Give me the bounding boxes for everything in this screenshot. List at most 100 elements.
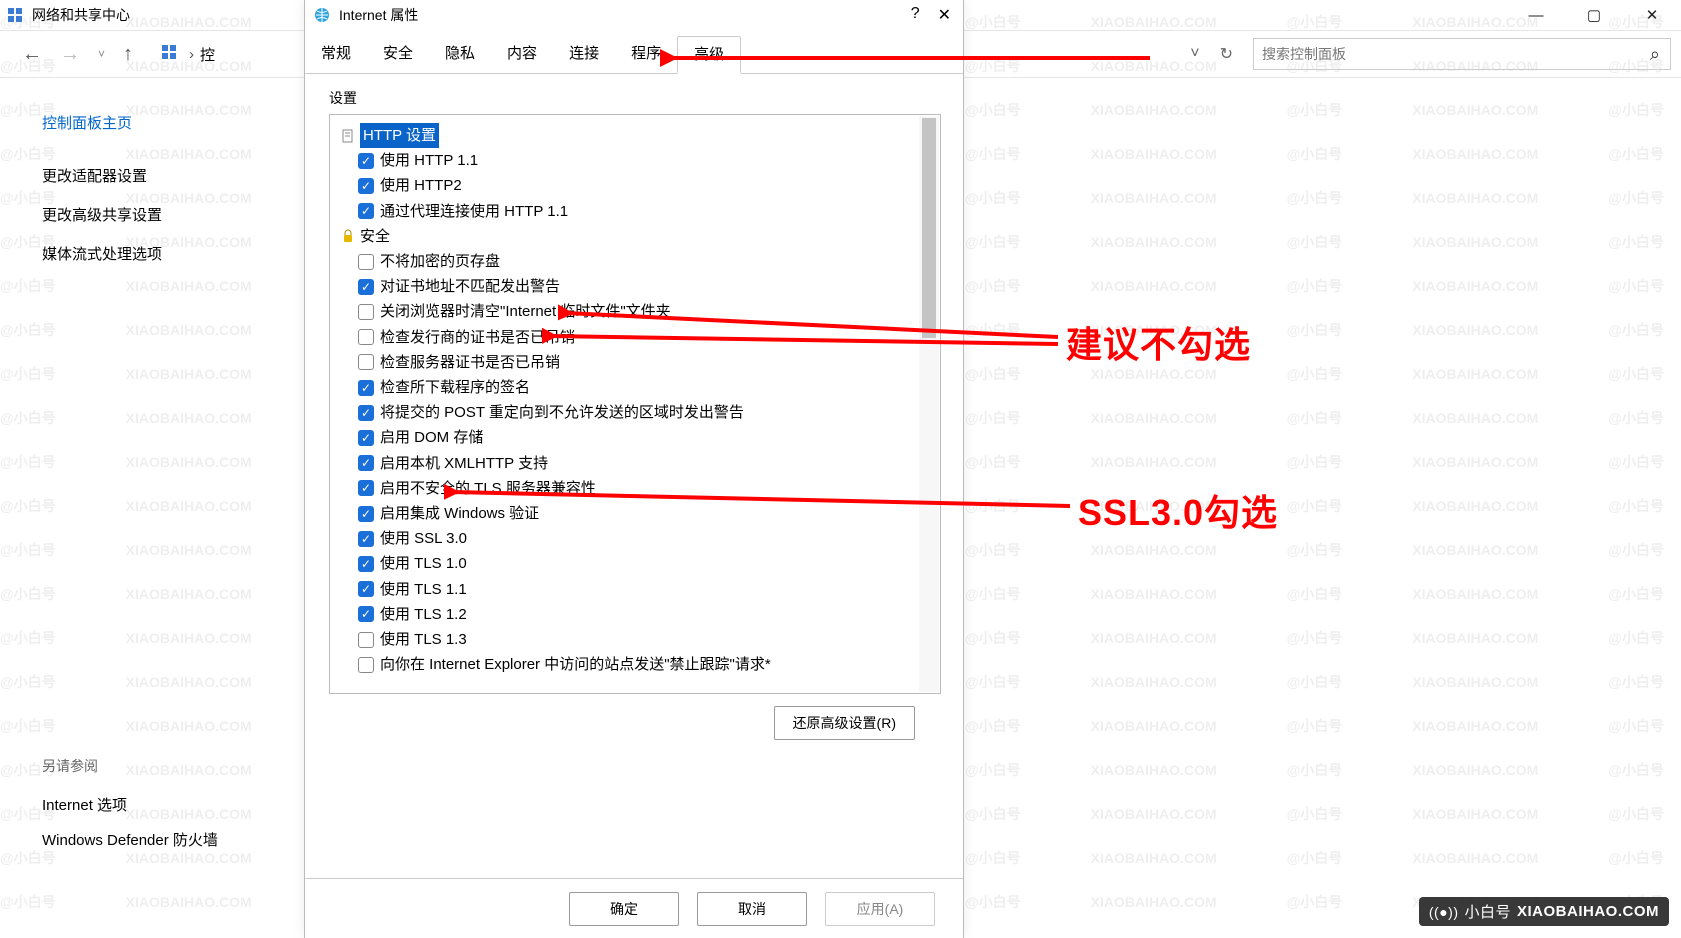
setting-label: 通过代理连接使用 HTTP 1.1 xyxy=(380,199,568,224)
setting-label: 检查服务器证书是否已吊销 xyxy=(380,350,560,375)
dialog-titlebar: Internet 属性 ? ✕ xyxy=(305,0,963,30)
see-also-header: 另请参阅 xyxy=(42,756,250,776)
annotation-uncheck-label: 建议不勾选 xyxy=(1066,316,1251,368)
checkbox[interactable]: ✓ xyxy=(358,455,374,471)
checkbox[interactable]: ✓ xyxy=(358,178,374,194)
tab-security[interactable]: 安全 xyxy=(367,36,429,73)
breadcrumb-segment[interactable]: 控 xyxy=(200,44,215,65)
setting-item[interactable]: ✓ 将提交的 POST 重定向到不允许发送的区域时发出警告 xyxy=(336,400,934,425)
internet-icon xyxy=(313,6,331,24)
setting-label: 对证书地址不匹配发出警告 xyxy=(380,274,560,299)
setting-label: 使用 HTTP 1.1 xyxy=(380,148,478,173)
setting-item[interactable]: ✓ 使用 TLS 1.2 xyxy=(336,602,934,627)
group-header[interactable]: 安全 xyxy=(336,224,934,249)
checkbox[interactable]: ✓ xyxy=(358,581,374,597)
setting-item[interactable]: ✓ 使用 HTTP2 xyxy=(336,173,934,198)
see-also-defender[interactable]: Windows Defender 防火墙 xyxy=(42,829,250,850)
breadcrumb[interactable]: › 控 xyxy=(161,44,215,65)
corner-wm-domain: XIAOBAIHAO.COM xyxy=(1517,903,1659,920)
checkbox[interactable] xyxy=(358,354,374,370)
refresh-icon[interactable]: ↻ xyxy=(1220,44,1233,64)
corner-wm-label: 小白号 xyxy=(1464,901,1511,922)
dialog-close-button[interactable]: ✕ xyxy=(938,5,951,25)
search-input[interactable]: 搜索控制面板 ⌕ xyxy=(1253,38,1671,70)
checkbox[interactable]: ✓ xyxy=(358,380,374,396)
history-dropdown[interactable]: ˅ xyxy=(98,47,105,61)
setting-label: 使用 SSL 3.0 xyxy=(380,526,467,551)
sidebar-link-sharing[interactable]: 更改高级共享设置 xyxy=(42,204,250,225)
close-button[interactable]: ✕ xyxy=(1623,0,1681,30)
tab-connections[interactable]: 连接 xyxy=(553,36,615,73)
help-button[interactable]: ? xyxy=(911,5,920,25)
annotation-arrow-ssl xyxy=(444,484,1070,514)
setting-item[interactable]: ✓ 对证书地址不匹配发出警告 xyxy=(336,274,934,299)
see-also-internet-options[interactable]: Internet 选项 xyxy=(42,794,250,815)
settings-list[interactable]: HTTP 设置 ✓ 使用 HTTP 1.1 ✓ 使用 HTTP2 ✓ 通过代理连接使用 HT… xyxy=(330,115,940,693)
search-icon[interactable]: ⌕ xyxy=(1650,44,1660,65)
restore-defaults-button[interactable]: 还原高级设置(R) xyxy=(774,706,915,740)
corner-watermark: ((●)) 小白号 XIAOBAIHAO.COM xyxy=(1419,897,1669,926)
checkbox[interactable]: ✓ xyxy=(358,405,374,421)
checkbox[interactable]: ✓ xyxy=(358,556,374,572)
group-header-label: 安全 xyxy=(360,224,390,249)
internet-properties-dialog: Internet 属性 ? ✕ 常规 安全 隐私 内容 连接 程序 高级 设置 … xyxy=(304,0,964,938)
setting-label: 将提交的 POST 重定向到不允许发送的区域时发出警告 xyxy=(380,400,744,425)
network-icon xyxy=(6,6,24,24)
setting-item[interactable]: ✓启用 DOM 存储 xyxy=(336,425,934,450)
maximize-button[interactable]: ▢ xyxy=(1565,0,1623,30)
checkbox[interactable] xyxy=(358,254,374,270)
cancel-button[interactable]: 取消 xyxy=(697,892,807,926)
setting-item[interactable]: ✓ 使用 SSL 3.0 xyxy=(336,526,934,551)
sidebar-link-adapter[interactable]: 更改适配器设置 xyxy=(42,165,250,186)
setting-item[interactable]: ✓启用本机 XMLHTTP 支持 xyxy=(336,451,934,476)
checkbox[interactable]: ✓ xyxy=(358,480,374,496)
back-button[interactable]: ← xyxy=(22,43,42,66)
document-icon xyxy=(340,128,356,144)
checkbox[interactable]: ✓ xyxy=(358,203,374,219)
annotation-arrow-uncheck-2 xyxy=(542,326,1058,354)
setting-item[interactable]: ✓ 使用 TLS 1.1 xyxy=(336,577,934,602)
setting-label: 使用 TLS 1.2 xyxy=(380,602,467,627)
setting-label: 使用 HTTP2 xyxy=(380,173,462,198)
setting-item[interactable]: 使用 TLS 1.3 xyxy=(336,627,934,652)
checkbox[interactable]: ✓ xyxy=(358,153,374,169)
setting-item[interactable]: ✓ 通过代理连接使用 HTTP 1.1 xyxy=(336,199,934,224)
tab-content[interactable]: 内容 xyxy=(491,36,553,73)
checkbox[interactable]: ✓ xyxy=(358,606,374,622)
checkbox[interactable] xyxy=(358,657,374,673)
tab-general[interactable]: 常规 xyxy=(305,36,367,73)
checkbox[interactable]: ✓ xyxy=(358,531,374,547)
dialog-footer: 确定 取消 应用(A) xyxy=(305,878,963,938)
sidebar-link-streaming[interactable]: 媒体流式处理选项 xyxy=(42,243,250,264)
setting-label: 不将加密的页存盘 xyxy=(380,249,500,274)
lock-icon xyxy=(340,228,356,244)
group-header-label: HTTP 设置 xyxy=(360,123,439,148)
setting-label: 使用 TLS 1.3 xyxy=(380,627,467,652)
forward-button[interactable]: → xyxy=(60,43,80,66)
search-placeholder: 搜索控制面板 xyxy=(1262,44,1346,64)
network-icon xyxy=(161,44,177,64)
setting-item[interactable]: ✓ 使用 TLS 1.0 xyxy=(336,551,934,576)
sidebar-home-link[interactable]: 控制面板主页 xyxy=(42,112,250,133)
checkbox[interactable]: ✓ xyxy=(358,506,374,522)
up-button[interactable]: ↑ xyxy=(123,43,133,66)
group-header[interactable]: HTTP 设置 xyxy=(336,123,934,148)
checkbox[interactable]: ✓ xyxy=(358,430,374,446)
checkbox[interactable] xyxy=(358,329,374,345)
checkbox[interactable]: ✓ xyxy=(358,279,374,295)
setting-item[interactable]: ✓ 使用 HTTP 1.1 xyxy=(336,148,934,173)
setting-label: 使用 TLS 1.0 xyxy=(380,551,467,576)
setting-item[interactable]: 不将加密的页存盘 xyxy=(336,249,934,274)
setting-label: 使用 TLS 1.1 xyxy=(380,577,467,602)
ok-button[interactable]: 确定 xyxy=(569,892,679,926)
address-dropdown-icon[interactable]: ˅ xyxy=(1190,45,1199,63)
scrollbar[interactable] xyxy=(919,116,939,692)
setting-item[interactable]: ✓检查所下载程序的签名 xyxy=(336,375,934,400)
setting-label: 向你在 Internet Explorer 中访问的站点发送"禁止跟踪"请求* xyxy=(380,652,771,677)
apply-button[interactable]: 应用(A) xyxy=(825,892,935,926)
checkbox[interactable] xyxy=(358,632,374,648)
setting-item[interactable]: 向你在 Internet Explorer 中访问的站点发送"禁止跟踪"请求* xyxy=(336,652,934,677)
minimize-button[interactable]: — xyxy=(1507,0,1565,30)
checkbox[interactable] xyxy=(358,304,374,320)
tab-privacy[interactable]: 隐私 xyxy=(429,36,491,73)
